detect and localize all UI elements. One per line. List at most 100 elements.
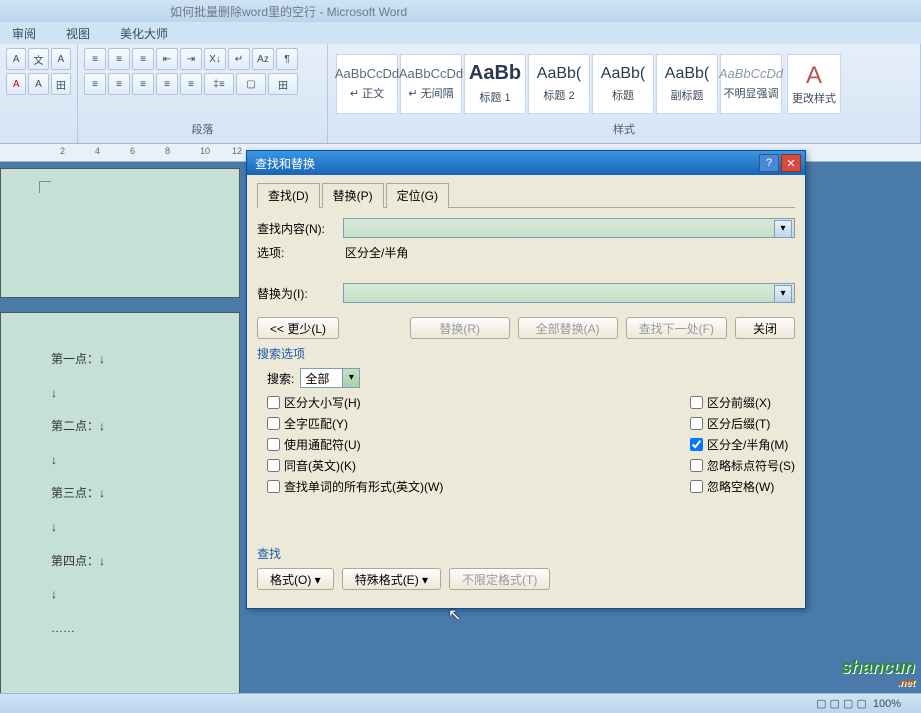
align-dist-btn[interactable]: ≡ xyxy=(180,73,202,95)
dialog-title: 查找和替换 xyxy=(251,155,757,172)
show-marks-btn[interactable]: ↵ xyxy=(228,48,250,70)
indent-dec-btn[interactable]: ⇤ xyxy=(156,48,178,70)
ribbon-styles-label: 样式 xyxy=(334,119,914,139)
shading-btn[interactable]: ▢ xyxy=(236,73,266,95)
close-button[interactable]: 关闭 xyxy=(735,317,795,339)
chk-suffix[interactable]: 区分后缀(T) xyxy=(690,415,795,432)
chk-word-forms[interactable]: 查找单词的所有形式(英文)(W) xyxy=(267,478,443,495)
style-subtitle[interactable]: AaBb(副标题 xyxy=(656,54,718,114)
char-style-btn-1[interactable]: A xyxy=(6,48,26,70)
number-list-btn[interactable]: ≡ xyxy=(108,48,130,70)
format-button[interactable]: 格式(O) ▾ xyxy=(257,568,334,590)
chk-prefix[interactable]: 区分前缀(X) xyxy=(690,394,795,411)
doc-line: ↓ xyxy=(51,444,219,478)
no-format-button[interactable]: 不限定格式(T) xyxy=(449,568,550,590)
font-color-btn[interactable]: A xyxy=(6,73,26,95)
change-style-icon: A xyxy=(806,62,822,90)
style-heading1[interactable]: AaBb标题 1 xyxy=(464,54,526,114)
style-nospacing[interactable]: AaBbCcDd↵ 无间隔 xyxy=(400,54,462,114)
chk-sounds-like[interactable]: 同音(英文)(K) xyxy=(267,457,443,474)
help-button[interactable]: ? xyxy=(759,154,779,172)
menu-review[interactable]: 审阅 xyxy=(6,23,42,44)
search-direction-select[interactable]: 全部 xyxy=(300,368,360,388)
chk-whole-word[interactable]: 全字匹配(Y) xyxy=(267,415,443,432)
bullet-list-btn[interactable]: ≡ xyxy=(84,48,106,70)
ribbon-paragraph-label: 段落 xyxy=(84,119,321,139)
replace-all-button[interactable]: 全部替换(A) xyxy=(518,317,618,339)
view-buttons[interactable]: ▢ ▢ ▢ ▢ xyxy=(816,697,867,710)
doc-line: 第一点：↓ xyxy=(51,343,219,377)
chk-wildcards[interactable]: 使用通配符(U) xyxy=(267,436,443,453)
dialog-body: 查找(D) 替换(P) 定位(G) 查找内容(N): 选项: 区分全/半角 替换… xyxy=(247,175,805,608)
search-direction-label: 搜索: xyxy=(267,370,294,387)
indent-inc-btn[interactable]: ⇥ xyxy=(180,48,202,70)
change-style-button[interactable]: A 更改样式 xyxy=(787,54,841,114)
chk-full-half-width[interactable]: 区分全/半角(M) xyxy=(690,436,795,453)
chk-match-case[interactable]: 区分大小写(H) xyxy=(267,394,443,411)
close-x-button[interactable]: ✕ xyxy=(781,154,801,172)
special-format-button[interactable]: 特殊格式(E) ▾ xyxy=(342,568,441,590)
chk-ignore-punct[interactable]: 忽略标点符号(S) xyxy=(690,457,795,474)
ribbon: A 文 A A A 田 ≡ ≡ ≡ ⇤ ⇥ X↓ ↵ Az ¶ xyxy=(0,44,921,144)
status-bar: ▢ ▢ ▢ ▢ 100% xyxy=(0,693,921,713)
style-subtle-emphasis[interactable]: AaBbCcDd不明显强调 xyxy=(720,54,782,114)
line-spacing-btn[interactable]: ‡≡ xyxy=(204,73,234,95)
dialog-tabs: 查找(D) 替换(P) 定位(G) xyxy=(257,183,795,208)
search-options-label: 搜索选项 xyxy=(257,345,795,362)
doc-line: ↓ xyxy=(51,511,219,545)
options-value: 区分全/半角 xyxy=(343,244,408,261)
borders-btn[interactable]: 田 xyxy=(268,73,298,95)
align-left-btn[interactable]: ≡ xyxy=(84,73,106,95)
sort-btn[interactable]: X↓ xyxy=(204,48,226,70)
align-right-btn[interactable]: ≡ xyxy=(132,73,154,95)
watermark: shancun.net xyxy=(841,657,915,689)
tab-goto[interactable]: 定位(G) xyxy=(386,183,449,208)
find-next-button[interactable]: 查找下一处(F) xyxy=(626,317,727,339)
style-title[interactable]: AaBb(标题 xyxy=(592,54,654,114)
menu-bar: 审阅 视图 美化大师 xyxy=(0,22,921,44)
char-style-btn-3[interactable]: A xyxy=(51,48,71,70)
doc-line: 第二点：↓ xyxy=(51,410,219,444)
replace-button[interactable]: 替换(R) xyxy=(410,317,510,339)
align-center-btn[interactable]: ≡ xyxy=(108,73,130,95)
less-button[interactable]: << 更少(L) xyxy=(257,317,339,339)
tab-replace[interactable]: 替换(P) xyxy=(322,183,384,208)
doc-line: …… xyxy=(51,612,219,646)
ribbon-group-paragraph: ≡ ≡ ≡ ⇤ ⇥ X↓ ↵ Az ¶ ≡ ≡ ≡ ≡ ≡ ‡≡ ▢ 田 段落 xyxy=(78,44,328,143)
window-title-bar: 如何批量删除word里的空行 - Microsoft Word xyxy=(0,0,921,22)
style-heading2[interactable]: AaBb(标题 2 xyxy=(528,54,590,114)
menu-beautify[interactable]: 美化大师 xyxy=(114,23,174,44)
find-replace-dialog: 查找和替换 ? ✕ 查找(D) 替换(P) 定位(G) 查找内容(N): 选项:… xyxy=(246,150,806,609)
doc-line: 第四点：↓ xyxy=(51,545,219,579)
styles-gallery: AaBbCcDd↵ 正文 AaBbCcDd↵ 无间隔 AaBb标题 1 AaBb… xyxy=(334,52,784,116)
zoom-level[interactable]: 100% xyxy=(873,698,901,710)
document-page-2[interactable]: 第一点：↓ ↓ 第二点：↓ ↓ 第三点：↓ ↓ 第四点：↓ ↓ …… xyxy=(0,312,240,702)
char-border-btn[interactable]: 田 xyxy=(51,73,71,95)
highlight-btn[interactable]: A xyxy=(28,73,48,95)
doc-line: ↓ xyxy=(51,377,219,411)
doc-line: 第三点：↓ xyxy=(51,477,219,511)
ribbon-group-font: A 文 A A A 田 xyxy=(0,44,78,143)
find-content-label: 查找内容(N): xyxy=(257,220,337,237)
style-normal[interactable]: AaBbCcDd↵ 正文 xyxy=(336,54,398,114)
dialog-title-bar[interactable]: 查找和替换 ? ✕ xyxy=(247,151,805,175)
sort2-btn[interactable]: Az xyxy=(252,48,274,70)
ribbon-group-styles: AaBbCcDd↵ 正文 AaBbCcDd↵ 无间隔 AaBb标题 1 AaBb… xyxy=(328,44,921,143)
para-marks-btn[interactable]: ¶ xyxy=(276,48,298,70)
tab-find[interactable]: 查找(D) xyxy=(257,183,320,208)
find-section-label: 查找 xyxy=(257,545,795,562)
char-style-btn-2[interactable]: 文 xyxy=(28,48,48,70)
page-corner-mark xyxy=(39,181,51,193)
replace-with-input[interactable] xyxy=(343,283,795,303)
chk-ignore-space[interactable]: 忽略空格(W) xyxy=(690,478,795,495)
document-page-1[interactable] xyxy=(0,168,240,298)
replace-with-label: 替换为(I): xyxy=(257,285,337,302)
multi-list-btn[interactable]: ≡ xyxy=(132,48,154,70)
doc-line: ↓ xyxy=(51,578,219,612)
window-title: 如何批量删除word里的空行 - Microsoft Word xyxy=(170,3,407,20)
ribbon-font-label xyxy=(6,135,71,139)
align-justify-btn[interactable]: ≡ xyxy=(156,73,178,95)
find-content-input[interactable] xyxy=(343,218,795,238)
options-label: 选项: xyxy=(257,244,337,261)
menu-view[interactable]: 视图 xyxy=(60,23,96,44)
